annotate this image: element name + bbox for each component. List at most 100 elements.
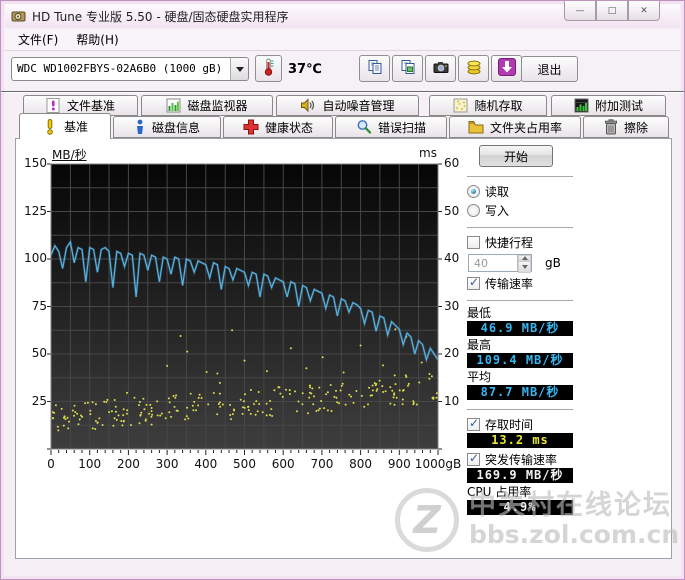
tab-noise-management[interactable]: 自动噪音管理	[276, 95, 419, 116]
checkbox-icon	[467, 236, 480, 249]
maximize-button[interactable]: □	[596, 1, 628, 21]
tab-folder-usage[interactable]: 文件夹占用率	[449, 116, 581, 138]
spin-down-button[interactable]	[518, 261, 531, 273]
copy-image-icon	[400, 59, 416, 78]
temperature-value: 37℃	[288, 62, 322, 77]
temperature-button[interactable]	[255, 55, 282, 82]
menubar: 文件(F) 帮助(H)	[5, 29, 680, 51]
window-controls: — □ ✕	[564, 1, 660, 21]
short-stroke-checkbox[interactable]: 快捷行程	[467, 235, 573, 250]
benchmark-plot	[47, 163, 442, 455]
access-time-value: 13.2 ms	[467, 433, 573, 448]
minimize-button[interactable]: —	[564, 1, 596, 21]
tab-health[interactable]: 健康状态	[223, 116, 333, 138]
tab-label: 文件基准	[66, 99, 115, 113]
burst-rate-label: 突发传输速率	[485, 453, 558, 467]
noise-management-icon	[300, 98, 316, 113]
min-value: 46.9 MB/秒	[467, 321, 573, 336]
write-radio[interactable]: 写入	[467, 203, 573, 218]
divider	[467, 409, 573, 413]
tab-label: 健康状态	[264, 120, 313, 135]
file-benchmark-icon	[46, 98, 61, 113]
cpu-usage-label: CPU 占用率	[467, 485, 532, 499]
window-title: HD Tune 专业版 5.50 - 硬盘/固态硬盘实用程序	[32, 9, 289, 24]
checkbox-icon	[467, 417, 480, 431]
screenshot-button[interactable]	[425, 55, 456, 82]
divider	[467, 176, 573, 180]
random-access-icon	[453, 98, 468, 113]
tab-label: 文件夹占用率	[489, 120, 562, 135]
tab-random-access[interactable]: 随机存取	[429, 95, 547, 116]
health-icon	[243, 119, 259, 135]
benchmark-icon	[42, 118, 58, 135]
capacity-spinner[interactable]: 40	[468, 254, 532, 273]
cpu-usage-value: 4.9%	[467, 500, 573, 515]
camera-icon	[433, 60, 449, 78]
transfer-rate-checkbox[interactable]: 传输速率	[467, 276, 573, 291]
transfer-rate-label: 传输速率	[485, 277, 534, 291]
disk-monitor-icon	[166, 98, 181, 113]
tab-label: 随机存取	[474, 99, 523, 113]
divider	[467, 300, 573, 304]
tab-label: 擦除	[623, 120, 648, 135]
copy-image-button[interactable]	[392, 55, 423, 82]
tab-erase[interactable]: 擦除	[583, 116, 669, 138]
hdd-icon	[11, 9, 26, 24]
app-window: HD Tune 专业版 5.50 - 硬盘/固态硬盘实用程序 — □ ✕ 文件(…	[0, 0, 685, 580]
copy-icon	[367, 59, 383, 78]
download-button[interactable]	[491, 55, 522, 82]
capacity-row: 40 gB	[468, 254, 573, 273]
avg-value: 87.7 MB/秒	[467, 385, 573, 400]
checkbox-icon	[467, 276, 480, 290]
chevron-down-icon[interactable]	[230, 58, 248, 80]
min-label: 最低	[467, 306, 492, 320]
tab-disk-info[interactable]: 磁盘信息	[113, 116, 221, 138]
tab-disk-monitor[interactable]: 磁盘监视器	[141, 95, 273, 116]
divider	[467, 227, 573, 231]
burst-rate-checkbox[interactable]: 突发传输速率	[467, 452, 573, 467]
tab-benchmark[interactable]: 基准	[19, 113, 111, 139]
tab-label: 附加测试	[594, 99, 643, 113]
error-scan-icon	[356, 119, 372, 135]
disk-info-icon	[134, 119, 146, 135]
drive-select-value: WDC WD1002FBYS-02A6B0 (1000 gB)	[17, 62, 223, 75]
extra-tests-icon	[574, 98, 589, 113]
access-time-checkbox[interactable]: 存取时间	[467, 417, 573, 432]
drive-select[interactable]: WDC WD1002FBYS-02A6B0 (1000 gB)	[11, 57, 249, 81]
avg-label: 平均	[467, 370, 492, 384]
menu-file[interactable]: 文件(F)	[9, 28, 67, 51]
short-stroke-label: 快捷行程	[485, 236, 534, 250]
save-results-icon	[466, 59, 482, 78]
toolbar-separator	[1, 91, 684, 92]
capacity-value: 40	[474, 257, 488, 270]
toolbar-buttons	[359, 55, 522, 82]
menu-help[interactable]: 帮助(H)	[67, 28, 127, 51]
tab-label: 磁盘信息	[151, 120, 200, 135]
tab-label: 错误扫描	[377, 120, 426, 135]
folder-usage-icon	[468, 120, 484, 134]
tab-label: 磁盘监视器	[187, 99, 248, 113]
tab-label: 基准	[63, 120, 88, 134]
copy-text-button[interactable]	[359, 55, 390, 82]
tab-extra-tests[interactable]: 附加测试	[551, 95, 666, 116]
radio-icon	[467, 185, 480, 198]
read-radio[interactable]: 读取	[467, 184, 573, 199]
benchmark-chart: MB/秒 ms 150 125 100 75 50 25 60 50 40 30 20 10 0 100 2…	[21, 141, 471, 476]
access-time-label: 存取时间	[485, 418, 534, 432]
close-button[interactable]: ✕	[628, 1, 660, 21]
max-value: 109.4 MB/秒	[467, 353, 573, 368]
controls-panel: 开始 读取 写入 快捷行程 40 gB 传输速率	[467, 143, 573, 515]
exit-button[interactable]: 退出	[521, 56, 578, 82]
write-radio-label: 写入	[485, 204, 510, 218]
thermometer-icon	[261, 58, 276, 79]
tab-label: 自动噪音管理	[322, 99, 395, 113]
spinner-buttons	[517, 255, 531, 273]
radio-icon	[467, 204, 480, 217]
tab-error-scan[interactable]: 错误扫描	[335, 116, 447, 138]
save-results-button[interactable]	[458, 55, 489, 82]
toolbar: WDC WD1002FBYS-02A6B0 (1000 gB) 37℃ 退出	[5, 51, 680, 91]
max-label: 最高	[467, 338, 492, 352]
checkbox-icon	[467, 452, 480, 466]
burst-rate-value: 169.9 MB/秒	[467, 468, 573, 483]
start-button[interactable]: 开始	[479, 145, 553, 167]
